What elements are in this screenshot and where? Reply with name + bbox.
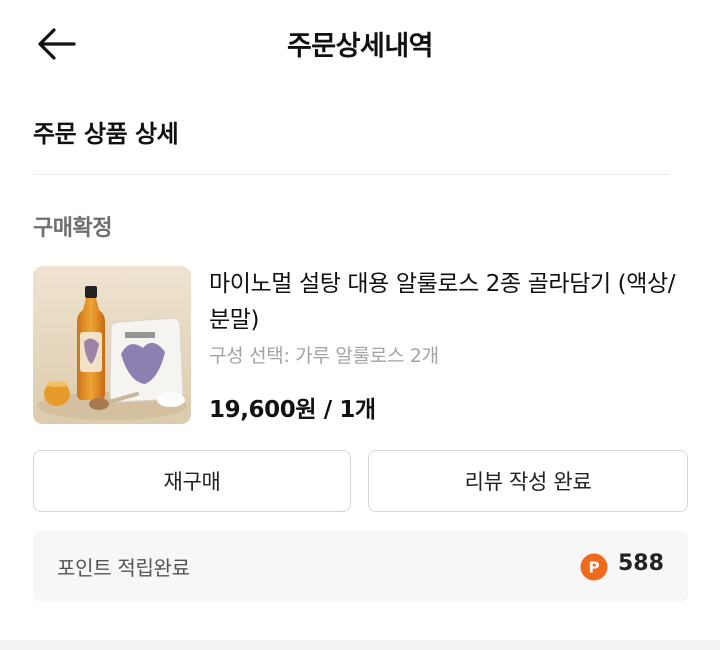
point-p-icon: P: [580, 553, 608, 581]
section-separator: [0, 640, 720, 650]
app-header: 주문상세내역: [0, 0, 720, 88]
points-summary: 포인트 적립완료 P 588: [33, 531, 688, 602]
rebuy-button[interactable]: 재구매: [33, 450, 351, 512]
product-image[interactable]: [33, 266, 191, 424]
divider: [33, 174, 670, 175]
points-label: 포인트 적립완료: [57, 556, 190, 580]
section-title: 주문 상품 상세: [33, 120, 179, 148]
product-option: 구성 선택: 가루 알룰로스 2개: [209, 345, 439, 367]
order-status-label: 구매확정: [33, 216, 112, 241]
points-value: 588: [618, 551, 664, 576]
page-title: 주문상세내역: [286, 31, 434, 62]
svg-text:P: P: [589, 559, 600, 577]
product-name[interactable]: 마이노멀 설탕 대용 알룰로스 2종 골라담기 (액상/분말): [209, 266, 679, 338]
review-complete-button[interactable]: 리뷰 작성 완료: [368, 450, 688, 512]
product-photo-illustration: [33, 266, 191, 424]
product-price: 19,600원 / 1개: [209, 397, 376, 423]
